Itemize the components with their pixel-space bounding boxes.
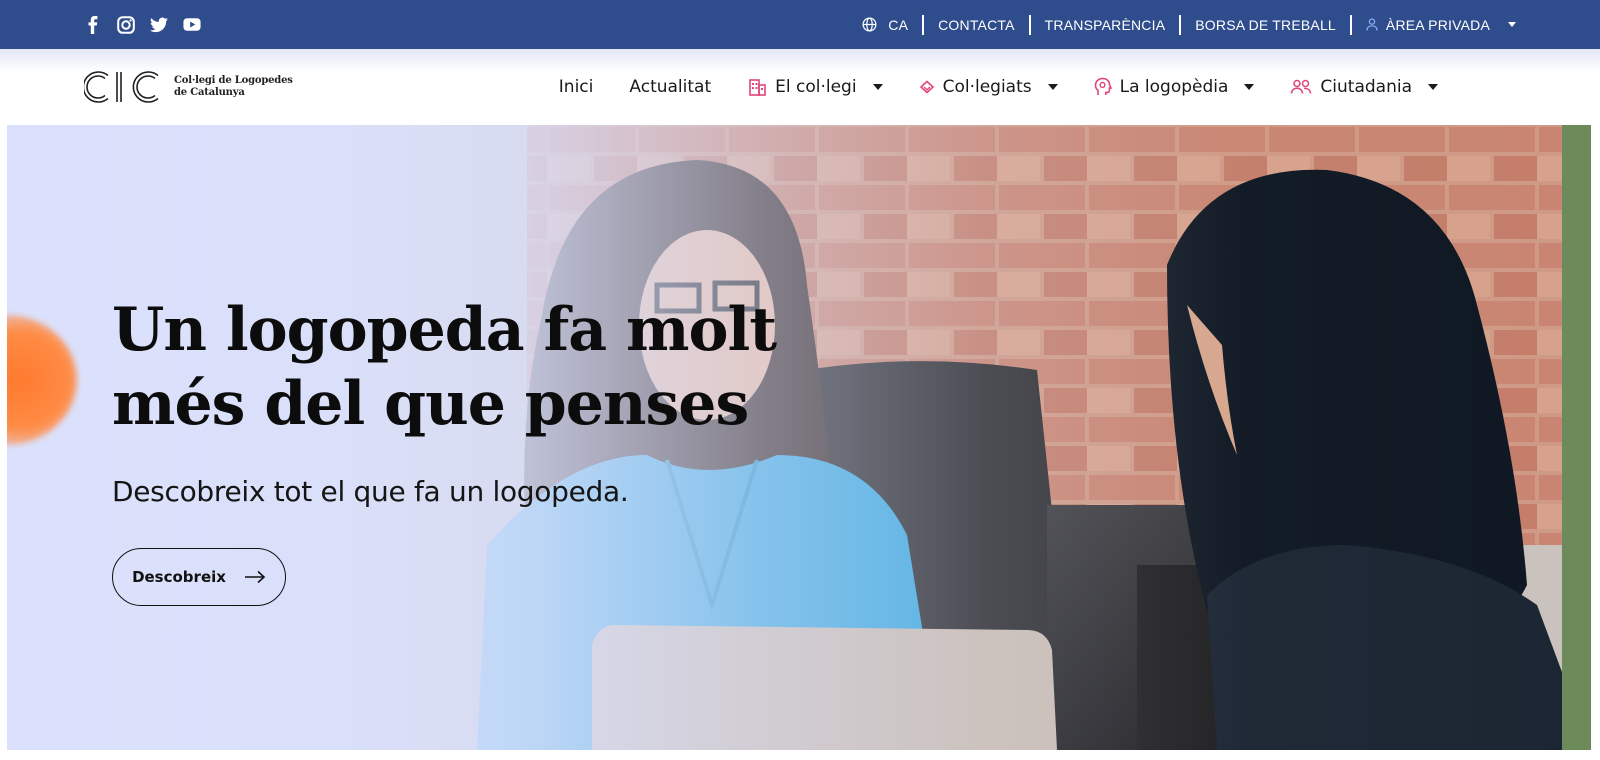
main-navbar: Col·legi de Logopedes de Catalunya Inici… xyxy=(0,49,1600,125)
discover-button-label: Descobreix xyxy=(132,568,226,586)
hero-title: Un logopeda fa molt més del que penses xyxy=(112,293,812,441)
hero-banner: Un logopeda fa molt més del que penses D… xyxy=(7,125,1591,750)
contact-link[interactable]: CONTACTA xyxy=(938,17,1015,33)
language-selector[interactable]: CA xyxy=(862,17,908,33)
twitter-icon[interactable] xyxy=(150,16,168,34)
chevron-down-icon xyxy=(872,84,883,90)
building-icon xyxy=(749,79,766,96)
transparency-link[interactable]: TRANSPARÈNCIA xyxy=(1045,17,1166,33)
hero-subtitle: Descobreix tot el que fa un logopeda. xyxy=(112,475,629,508)
hero-content: Un logopeda fa molt més del que penses D… xyxy=(112,293,812,606)
chevron-down-icon xyxy=(1508,22,1516,27)
hero-title-line1: Un logopeda fa molt xyxy=(112,295,777,365)
page-bottom-gap xyxy=(0,750,1600,760)
nav-item-inici[interactable]: Inici xyxy=(559,77,594,97)
arrow-right-icon xyxy=(244,570,266,584)
nav-item-label: Inici xyxy=(558,77,594,97)
private-area-label: ÀREA PRIVADA xyxy=(1385,16,1490,33)
language-label: CA xyxy=(888,16,909,33)
main-menu: Inici Actualitat El col·legi Col·legiats xyxy=(559,77,1438,97)
divider xyxy=(1179,14,1182,35)
nav-item-actualitat[interactable]: Actualitat xyxy=(629,77,711,97)
facebook-icon[interactable] xyxy=(84,15,102,34)
discover-button[interactable]: Descobreix xyxy=(112,548,286,606)
top-bar: CA CONTACTA TRANSPARÈNCIA BORSA DE TREBA… xyxy=(0,0,1600,49)
divider xyxy=(1028,14,1031,35)
nav-item-label: Actualitat xyxy=(629,77,712,97)
nav-item-collegiats[interactable]: Col·legiats xyxy=(919,77,1058,97)
chevron-down-icon xyxy=(1244,84,1255,90)
hero-title-line2: més del que penses xyxy=(112,369,749,439)
nav-item-label: Ciutadania xyxy=(1320,77,1412,97)
divider xyxy=(922,14,925,35)
people-icon xyxy=(1291,79,1312,94)
nav-item-ciutadania[interactable]: Ciutadania xyxy=(1290,77,1438,97)
diamond-icon xyxy=(919,80,934,94)
brand-name-line1: Col·legi de Logopedes xyxy=(174,75,293,86)
nav-item-label: La logopèdia xyxy=(1119,77,1229,97)
top-links: CA CONTACTA TRANSPARÈNCIA BORSA DE TREBA… xyxy=(862,0,1516,49)
head-icon xyxy=(1094,77,1112,95)
social-links xyxy=(84,15,201,34)
instagram-icon[interactable] xyxy=(117,15,135,34)
jobs-link[interactable]: BORSA DE TREBALL xyxy=(1195,17,1336,33)
brand-name: Col·legi de Logopedes de Catalunya xyxy=(174,75,293,99)
chevron-down-icon xyxy=(1047,84,1058,90)
globe-icon xyxy=(862,17,877,32)
nav-item-label: Col·legiats xyxy=(942,77,1032,97)
nav-item-el-collegi[interactable]: El col·legi xyxy=(747,77,883,97)
brand-name-line2: de Catalunya xyxy=(174,87,245,98)
nav-item-la-logopedia[interactable]: La logopèdia xyxy=(1094,77,1255,97)
user-icon xyxy=(1366,18,1378,31)
nav-item-label: El col·legi xyxy=(775,77,857,97)
site-logo[interactable]: Col·legi de Logopedes de Catalunya xyxy=(84,69,293,105)
youtube-icon[interactable] xyxy=(183,16,201,34)
divider xyxy=(1349,14,1352,35)
chevron-down-icon xyxy=(1428,84,1438,90)
cic-logo-icon xyxy=(84,71,159,103)
private-area-dropdown[interactable]: ÀREA PRIVADA xyxy=(1366,17,1516,33)
